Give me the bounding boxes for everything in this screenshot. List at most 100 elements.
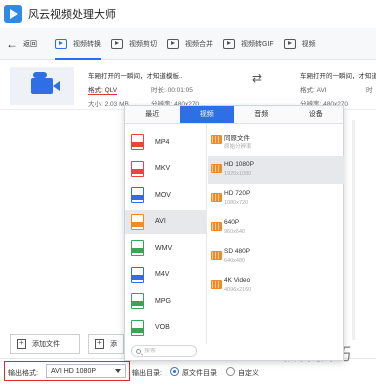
add-folder-label: 添	[110, 341, 117, 348]
quality-resolution: 960x640	[224, 229, 246, 235]
file-size: 大小: 2.03 MB	[88, 101, 129, 108]
file-format-icon	[131, 134, 144, 150]
file-format-icon	[131, 266, 144, 283]
quality-resolution: 原始分辨率	[224, 144, 252, 150]
add-file-icon	[17, 338, 26, 349]
radio-source-dir[interactable]	[170, 367, 179, 376]
quality-title: HD 720P	[224, 190, 251, 197]
output-format-value: AVI HD 1080P	[51, 367, 97, 375]
output-file-name: 车厢打开的一瞬间，才知道模	[300, 73, 376, 80]
format-dropdown: 最近 视频 音频 设备 MP4 MKV MOV AVI WMV M4V MPG VOB 同原文…	[124, 105, 344, 361]
quality-resolution: 1920x1080	[224, 171, 252, 177]
tab-video-merge[interactable]: 视频合并	[162, 28, 218, 60]
search-input[interactable]	[144, 348, 194, 354]
convert-arrow-icon: ⇄	[252, 71, 263, 85]
file-format-icon	[131, 293, 144, 309]
quality-resolution: 1080x720	[224, 200, 249, 206]
quality-option[interactable]: SD 480P 640x480	[208, 243, 344, 271]
tab-label: 视频剪切	[129, 40, 157, 48]
tab-video[interactable]: 视频	[179, 106, 234, 123]
film-icon	[211, 222, 222, 231]
format-tabs: 最近 视频 音频 设备	[125, 106, 343, 124]
quality-resolution: 4096x2160	[224, 287, 252, 293]
tab-label: 视频	[301, 40, 316, 48]
video-thumbnail	[10, 67, 74, 105]
search-icon	[136, 348, 141, 354]
tab-video-convert[interactable]: 视频转换	[50, 28, 106, 60]
video-merge-icon	[167, 38, 179, 49]
quality-title: 4K Video	[224, 277, 251, 284]
format-name: VOB	[155, 324, 170, 331]
file-format-icon	[131, 187, 144, 203]
tab-video-more[interactable]: 视频	[279, 28, 321, 60]
quality-option[interactable]: 同原文件 原始分辨率	[208, 127, 344, 155]
quality-title: SD 480P	[224, 248, 251, 255]
output-duration: 时	[366, 87, 373, 94]
tab-video-to-gif[interactable]: 视频转GIF	[218, 28, 279, 60]
output-format-label: 输出格式:	[8, 370, 38, 377]
tab-device[interactable]: 设备	[289, 106, 344, 123]
back-button[interactable]: ← 返回	[6, 37, 50, 51]
back-arrow-icon: ←	[6, 36, 18, 51]
film-icon	[211, 135, 222, 144]
quality-option[interactable]: HD 1080P 1920x1080	[208, 156, 344, 184]
quality-option[interactable]: 640P 960x640	[208, 214, 344, 242]
format-option-mov[interactable]: MOV	[125, 183, 207, 207]
format-option-mkv[interactable]: MKV	[125, 157, 207, 181]
video-camera-icon	[31, 72, 60, 94]
app-title: 风云视频处理大师	[28, 9, 116, 21]
gif-icon	[223, 38, 235, 49]
add-folder-icon	[95, 338, 104, 349]
scrollbar[interactable]	[352, 120, 355, 340]
video-more-icon	[283, 38, 296, 49]
add-file-label: 添加文件	[32, 341, 60, 348]
chevron-down-icon	[115, 369, 121, 373]
tab-audio[interactable]: 音频	[234, 106, 289, 123]
video-cut-icon	[111, 38, 123, 49]
tab-label: 视频合并	[185, 40, 213, 48]
format-option-avi[interactable]: AVI	[125, 209, 207, 234]
add-file-button[interactable]: 添加文件	[10, 334, 80, 354]
add-folder-button[interactable]: 添	[88, 334, 124, 354]
format-option-vob[interactable]: VOB	[125, 316, 207, 340]
output-format-select[interactable]: AVI HD 1080P	[46, 364, 126, 378]
quality-option[interactable]: HD 720P 1080x720	[208, 185, 344, 213]
file-row: 车厢打开的一瞬间，才知道模板.. 格式: QLV 时长: 00:01:05 大小…	[0, 60, 376, 110]
format-name: M4V	[155, 271, 170, 278]
video-convert-icon	[55, 38, 67, 49]
tab-video-cut[interactable]: 视频剪切	[106, 28, 162, 60]
format-search[interactable]	[131, 345, 197, 357]
output-format: 格式: AVI	[300, 87, 327, 94]
file-format: 格式: QLV	[88, 84, 118, 95]
format-name: MP4	[155, 138, 170, 146]
file-duration: 时长: 00:01:05	[151, 87, 193, 94]
format-option-mpg[interactable]: MPG	[125, 289, 207, 313]
radio-custom-dir[interactable]	[226, 367, 235, 376]
tab-recent[interactable]: 最近	[125, 106, 180, 123]
format-option-m4v[interactable]: M4V	[125, 263, 207, 287]
file-format-icon	[131, 160, 144, 177]
file-name: 车厢打开的一瞬间，才知道模板..	[88, 73, 183, 80]
film-icon	[211, 280, 222, 289]
tab-label: 视频转GIF	[241, 40, 274, 48]
film-icon	[211, 251, 222, 260]
format-list: MP4 MKV MOV AVI WMV M4V MPG VOB	[125, 124, 207, 344]
format-option-mp4[interactable]: MP4	[125, 130, 207, 154]
toolbar: ← 返回 视频转换 视频剪切 视频合并 视频转GIF 视频	[0, 28, 376, 60]
radio-custom-label: 自定义	[238, 370, 259, 377]
format-option-wmv[interactable]: WMV	[125, 236, 207, 260]
format-name: MKV	[155, 165, 171, 172]
back-label: 返回	[23, 40, 37, 48]
quality-list: 同原文件 原始分辨率 HD 1080P 1920x1080 HD 720P 1080x72…	[208, 124, 344, 344]
title-bar: 风云视频处理大师	[0, 0, 376, 28]
quality-option[interactable]: 4K Video 4096x2160	[208, 272, 344, 300]
file-format-icon	[131, 213, 144, 230]
format-name: WMV	[155, 244, 173, 252]
radio-source-label: 原文件目录	[182, 370, 217, 377]
format-name: MOV	[155, 191, 171, 199]
file-format-icon	[131, 240, 144, 256]
quality-title: 同原文件	[224, 135, 250, 142]
format-name: MPG	[155, 297, 171, 305]
quality-title: 640P	[224, 219, 240, 226]
film-icon	[211, 164, 222, 173]
